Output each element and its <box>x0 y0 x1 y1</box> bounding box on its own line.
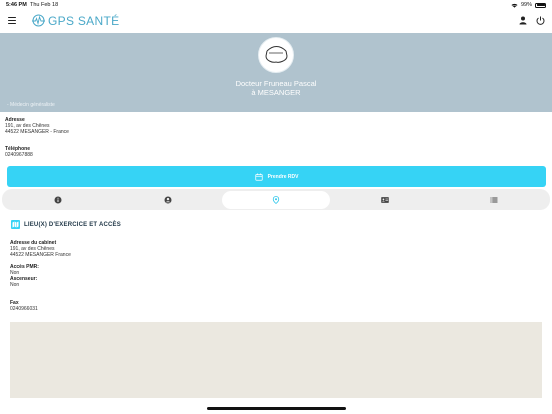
tab-person[interactable] <box>114 191 222 209</box>
tab-info[interactable] <box>4 191 112 209</box>
calendar-icon <box>254 173 263 181</box>
fax-block: Fax 0240966031 <box>10 300 38 312</box>
id-card-icon <box>381 196 389 203</box>
status-date: Thu Feb 18 <box>30 2 59 8</box>
logo-text: GPS SANTÉ <box>48 13 120 28</box>
battery-percent: 99% <box>520 2 532 8</box>
status-bar: 5:46 PM Thu Feb 18 99% <box>0 0 552 11</box>
user-icon[interactable] <box>519 16 527 25</box>
doctor-avatar-icon <box>265 46 288 63</box>
tab-list[interactable] <box>440 191 548 209</box>
home-indicator[interactable] <box>207 407 346 410</box>
power-icon[interactable] <box>536 16 545 25</box>
map-icon <box>11 220 20 229</box>
tab-location[interactable] <box>222 190 330 209</box>
address-line2: 44522 MESANGER - France <box>5 129 69 135</box>
book-appointment-label: Prendre RDV <box>267 173 299 180</box>
location-pin-icon <box>272 195 280 204</box>
profile-header: Docteur Fruneau Pascal à MESANGER - Méde… <box>0 33 552 112</box>
location-map[interactable] <box>10 322 542 398</box>
elevator-value: Non <box>10 282 20 288</box>
list-icon <box>490 197 498 202</box>
info-icon <box>54 196 62 203</box>
cabinet-address-block: Adresse du cabinet 191, av des Chênes 44… <box>10 240 71 258</box>
wifi-icon <box>511 3 518 8</box>
app-logo: GPS SANTÉ <box>31 13 119 28</box>
avatar <box>258 37 294 73</box>
doctor-name: Docteur Fruneau Pascal <box>235 79 317 88</box>
battery-icon <box>535 2 546 8</box>
phone-block: Téléphone 0240967888 <box>5 146 33 158</box>
section-title: LIEU(X) D'EXERCICE ET ACCÈS <box>11 220 121 229</box>
person-icon <box>164 196 172 203</box>
section-title-text: LIEU(X) D'EXERCICE ET ACCÈS <box>24 221 121 228</box>
status-right: 99% <box>511 2 546 8</box>
tab-id-card[interactable] <box>331 191 439 209</box>
menu-icon[interactable] <box>8 17 16 25</box>
doctor-specialty: - Médecin généraliste <box>7 102 55 108</box>
phone-number[interactable]: 0240967888 <box>5 152 33 158</box>
profile-tab-bar <box>2 189 550 210</box>
status-time: 5:46 PM <box>6 2 27 8</box>
logo-mark-icon <box>32 14 45 27</box>
book-appointment-button[interactable]: Prendre RDV <box>7 166 546 187</box>
doctor-city: à MESANGER <box>251 88 301 97</box>
address-block: Adresse 191, av des Chênes 44522 MESANGE… <box>5 117 69 135</box>
app-bar: GPS SANTÉ <box>0 11 552 33</box>
fax-value: 0240966031 <box>10 306 38 312</box>
accessibility-block: Accès PMR: Non Ascenseur: Non <box>10 264 39 288</box>
cabinet-address-line2: 44522 MESANGER France <box>10 252 71 258</box>
